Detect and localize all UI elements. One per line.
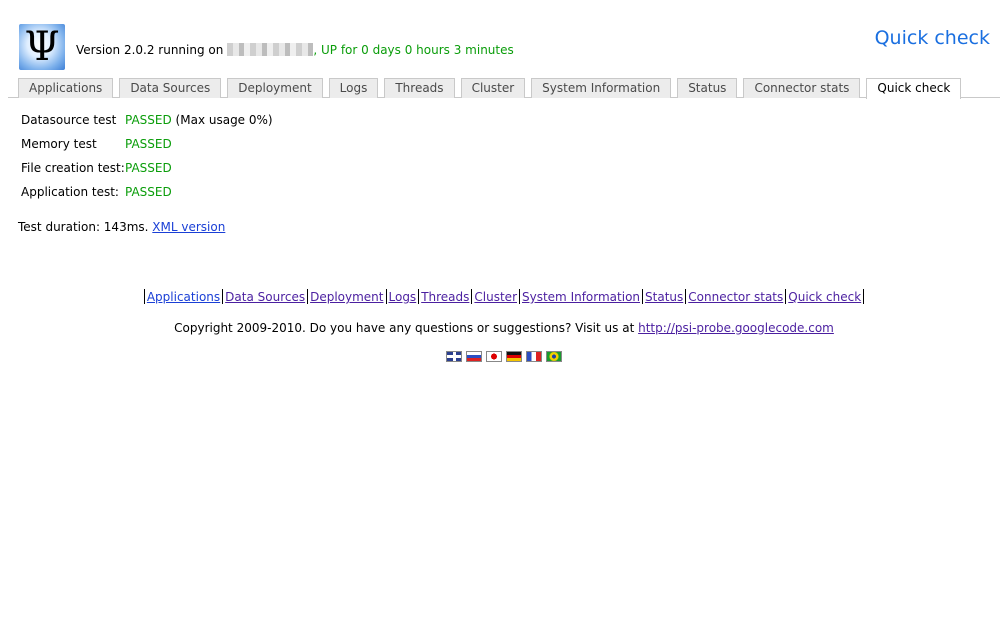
copyright: Copyright 2009-2010. Do you have any que…	[0, 321, 1008, 335]
russia-flag-icon[interactable]	[466, 351, 482, 362]
footer-link-status[interactable]: Status	[645, 290, 683, 304]
tab-system-information[interactable]: System Information	[531, 78, 672, 98]
status-passed: PASSED	[125, 113, 172, 127]
footer-link-logs[interactable]: Logs	[389, 290, 417, 304]
tab-quick-check[interactable]: Quick check	[866, 78, 962, 99]
test-label: Application test:	[21, 185, 119, 199]
tab-status[interactable]: Status	[677, 78, 738, 98]
footer-link-system-information[interactable]: System Information	[522, 290, 640, 304]
brazil-flag-icon[interactable]	[546, 351, 562, 362]
xml-version-link[interactable]: XML version	[152, 220, 225, 234]
status-passed: PASSED	[125, 161, 172, 175]
tab-threads[interactable]: Threads	[384, 78, 455, 98]
test-duration: Test duration: 143ms. XML version	[18, 220, 225, 234]
footer-link-connector-stats[interactable]: Connector stats	[688, 290, 783, 304]
copyright-text: Copyright 2009-2010. Do you have any que…	[174, 321, 635, 335]
header: Ψ Version 2.0.2 running on , UP for 0 day…	[0, 0, 1008, 78]
tab-data-sources[interactable]: Data Sources	[119, 78, 222, 98]
test-label: File creation test:	[21, 161, 125, 175]
project-site-link[interactable]: http://psi-probe.googlecode.com	[638, 321, 834, 335]
footer-link-deployment[interactable]: Deployment	[310, 290, 383, 304]
footer-link-applications[interactable]: Applications	[147, 290, 220, 304]
version-text: Version 2.0.2 running on	[76, 43, 224, 57]
footer-link-threads[interactable]: Threads	[421, 290, 469, 304]
status-passed: PASSED	[125, 185, 172, 199]
france-flag-icon[interactable]	[526, 351, 542, 362]
page-title: Quick check	[874, 27, 990, 49]
psi-probe-logo[interactable]: Ψ	[19, 24, 65, 70]
footer-link-quick-check[interactable]: Quick check	[788, 290, 861, 304]
test-label: Memory test	[21, 137, 97, 151]
footer-nav: Applications Data Sources Deployment Logs Th…	[0, 289, 1008, 304]
redacted-hostname	[227, 43, 314, 56]
tab-deployment[interactable]: Deployment	[227, 78, 323, 98]
main-tabs: Applications Data Sources Deployment Log…	[18, 78, 967, 99]
test-note: (Max usage 0%)	[171, 113, 273, 127]
footer-link-cluster[interactable]: Cluster	[474, 290, 517, 304]
uptime-text: , UP for 0 days 0 hours 3 minutes	[313, 43, 514, 57]
uk-flag-icon[interactable]	[446, 351, 462, 362]
japan-flag-icon[interactable]	[486, 351, 502, 362]
duration-text: Test duration: 143ms.	[18, 220, 149, 234]
tab-applications[interactable]: Applications	[18, 78, 114, 98]
test-label: Datasource test	[21, 113, 117, 127]
tab-connector-stats[interactable]: Connector stats	[743, 78, 861, 98]
footer-link-data-sources[interactable]: Data Sources	[225, 290, 305, 304]
language-flags	[446, 351, 562, 362]
tab-cluster[interactable]: Cluster	[460, 78, 526, 98]
status-passed: PASSED	[125, 137, 172, 151]
version-info: Version 2.0.2 running on , UP for 0 days …	[76, 43, 514, 57]
germany-flag-icon[interactable]	[506, 351, 522, 362]
tab-logs[interactable]: Logs	[328, 78, 379, 98]
